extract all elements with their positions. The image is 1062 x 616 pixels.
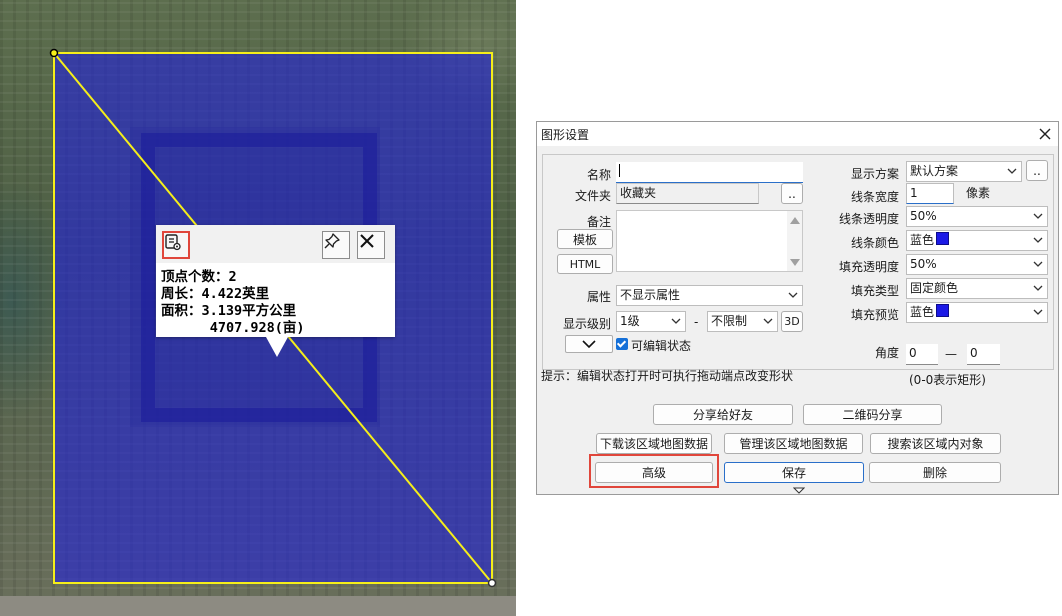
delete-button[interactable]: 删除 xyxy=(869,462,1001,483)
qr-share-button[interactable]: 二维码分享 xyxy=(803,404,942,425)
chevron-down-icon xyxy=(763,318,773,324)
fill-type-select[interactable]: 固定颜色 xyxy=(906,278,1048,299)
pin-icon xyxy=(324,233,340,249)
name-input[interactable] xyxy=(616,162,803,183)
angle-label: 角度 xyxy=(874,346,899,360)
name-label: 名称 xyxy=(586,168,611,182)
chevron-down-icon xyxy=(1033,237,1043,243)
advanced-button[interactable]: 高级 xyxy=(595,462,713,483)
folder-browse-button[interactable]: .. xyxy=(781,183,803,204)
line-alpha-label: 线条透明度 xyxy=(838,212,899,226)
folder-label: 文件夹 xyxy=(574,189,611,203)
scheme-label: 显示方案 xyxy=(850,167,899,181)
attribute-select[interactable]: 不显示属性 xyxy=(616,285,803,306)
chevron-down-icon xyxy=(1033,285,1043,291)
angle-from-input[interactable]: 0 xyxy=(906,344,938,365)
attribute-label: 属性 xyxy=(586,290,611,304)
note-label: 备注 xyxy=(586,215,611,229)
dialog-close-button[interactable] xyxy=(1035,123,1055,145)
dialog-title: 图形设置 xyxy=(541,128,590,142)
fill-alpha-label: 填充透明度 xyxy=(838,260,899,274)
document-settings-icon xyxy=(165,234,181,251)
line-color-select[interactable]: 蓝色 xyxy=(906,230,1048,251)
3d-button[interactable]: 3D xyxy=(781,311,803,332)
angle-hint: (0-0表示矩形) xyxy=(909,373,986,387)
scheme-select[interactable]: 默认方案 xyxy=(906,161,1022,182)
color-swatch xyxy=(936,232,950,245)
popup-close-button[interactable] xyxy=(357,231,385,259)
angle-to-input[interactable]: 0 xyxy=(967,344,1000,365)
manage-map-data-button[interactable]: 管理该区域地图数据 xyxy=(724,433,863,454)
vertex-handle-start[interactable] xyxy=(49,48,59,58)
html-button[interactable]: HTML xyxy=(557,254,613,274)
popup-measurements: 顶点个数：2 周长：4.422英里 面积：3.139平方公里 4707.928(亩) xyxy=(161,269,305,337)
popup-settings-button[interactable] xyxy=(162,231,190,259)
vertex-count: 顶点个数：2 xyxy=(161,269,237,285)
level-separator: - xyxy=(694,315,699,329)
chevron-down-icon xyxy=(1033,261,1043,267)
scroll-up-icon[interactable] xyxy=(790,217,800,224)
folder-field: 收藏夹 xyxy=(616,183,759,204)
template-button[interactable]: 模板 xyxy=(557,229,613,249)
fill-preview-label: 填充预览 xyxy=(850,308,899,322)
chevron-down-icon xyxy=(1033,309,1043,315)
line-width-unit: 像素 xyxy=(966,186,991,200)
shape-settings-dialog: 图形设置 名称 文件夹 收藏夹 .. 备注 模板 HTML 属性 不显示属性 显… xyxy=(536,121,1059,495)
area-km2: 面积：3.139平方公里 xyxy=(161,303,297,319)
note-scrollbar[interactable] xyxy=(787,211,802,271)
save-button[interactable]: 保存 xyxy=(724,462,864,483)
close-icon xyxy=(1039,128,1051,140)
line-width-label: 线条宽度 xyxy=(850,190,899,204)
vertex-handle-end[interactable] xyxy=(487,578,497,588)
color-swatch xyxy=(936,304,950,317)
editable-checkbox[interactable] xyxy=(616,338,628,350)
chevron-down-icon xyxy=(582,340,596,349)
line-color-label: 线条颜色 xyxy=(850,236,899,250)
satellite-map[interactable]: 顶点个数：2 周长：4.422英里 面积：3.139平方公里 4707.928(亩) xyxy=(0,0,516,616)
popup-pointer xyxy=(266,337,288,357)
collapse-chevron-icon[interactable] xyxy=(793,487,805,495)
download-map-data-button[interactable]: 下载该区域地图数据 xyxy=(596,433,712,454)
edit-hint: 提示：编辑状态打开时可执行拖动端点改变形状 xyxy=(541,369,794,383)
perimeter: 周长：4.422英里 xyxy=(161,286,270,302)
dialog-titlebar[interactable]: 图形设置 xyxy=(537,122,1058,146)
search-objects-button[interactable]: 搜索该区域内对象 xyxy=(870,433,1001,454)
fill-preview-select[interactable]: 蓝色 xyxy=(906,302,1048,323)
chevron-down-icon xyxy=(671,318,681,324)
measure-popup: 顶点个数：2 周长：4.422英里 面积：3.139平方公里 4707.928(亩) xyxy=(156,225,395,357)
chevron-down-icon xyxy=(1033,213,1043,219)
scroll-down-icon[interactable] xyxy=(790,259,800,266)
fill-type-label: 填充类型 xyxy=(850,284,899,298)
display-level-label: 显示级别 xyxy=(562,317,611,331)
line-alpha-select[interactable]: 50% xyxy=(906,206,1048,227)
area-mu: 4707.928(亩) xyxy=(161,320,305,336)
scheme-browse-button[interactable]: .. xyxy=(1026,160,1048,181)
line-width-input[interactable]: 1 xyxy=(906,183,954,204)
close-icon xyxy=(360,234,374,248)
level-from-select[interactable]: 1级 xyxy=(616,311,686,332)
angle-separator: — xyxy=(945,347,957,361)
expand-button[interactable] xyxy=(565,335,613,353)
level-to-select[interactable]: 不限制 xyxy=(707,311,778,332)
chevron-down-icon xyxy=(788,292,798,298)
editable-label: 可编辑状态 xyxy=(631,339,692,353)
share-to-friend-button[interactable]: 分享给好友 xyxy=(653,404,793,425)
fill-alpha-select[interactable]: 50% xyxy=(906,254,1048,275)
chevron-down-icon xyxy=(1007,168,1017,174)
popup-pin-button[interactable] xyxy=(322,231,350,259)
note-textarea[interactable] xyxy=(616,210,803,272)
